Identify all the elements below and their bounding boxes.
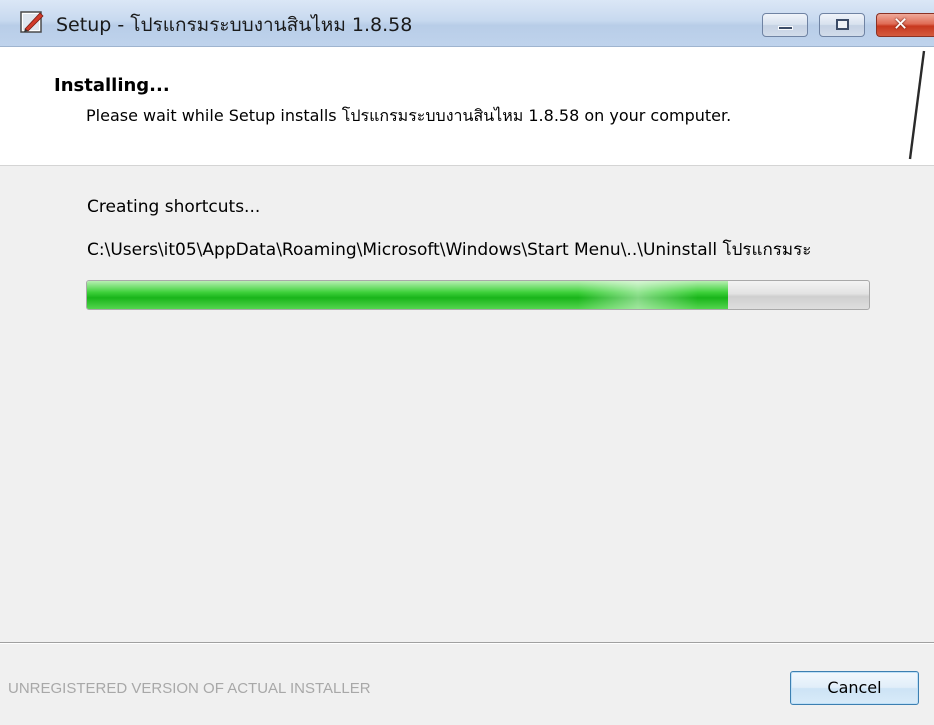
maximize-button[interactable]: [819, 13, 865, 37]
setup-icon: [20, 11, 44, 33]
header-graphic: [908, 50, 926, 160]
install-progress-bar: [86, 280, 870, 310]
footer-divider: [0, 642, 934, 644]
page-description: Please wait while Setup installs โปรแกรม…: [86, 106, 732, 125]
cancel-button[interactable]: Cancel: [790, 671, 919, 705]
minimize-icon: [778, 26, 793, 30]
header-panel: Installing... Please wait while Setup in…: [0, 47, 934, 166]
installer-branding: UNREGISTERED VERSION OF ACTUAL INSTALLER: [8, 680, 371, 697]
close-icon: ✕: [893, 14, 909, 35]
maximize-icon: [836, 19, 849, 30]
installer-window: Setup - โปรแกรมระบบงานสินไหม 1.8.58 ✕ In…: [0, 0, 934, 725]
current-file-path: C:\Users\it05\AppData\Roaming\Microsoft\…: [87, 240, 812, 260]
window-title: Setup - โปรแกรมระบบงานสินไหม 1.8.58: [56, 14, 413, 36]
progress-glow: [578, 281, 699, 309]
status-label: Creating shortcuts...: [87, 197, 261, 217]
close-button[interactable]: ✕: [876, 13, 934, 37]
title-bar[interactable]: Setup - โปรแกรมระบบงานสินไหม 1.8.58 ✕: [0, 0, 934, 47]
minimize-button[interactable]: [762, 13, 808, 37]
page-title: Installing...: [54, 75, 170, 96]
